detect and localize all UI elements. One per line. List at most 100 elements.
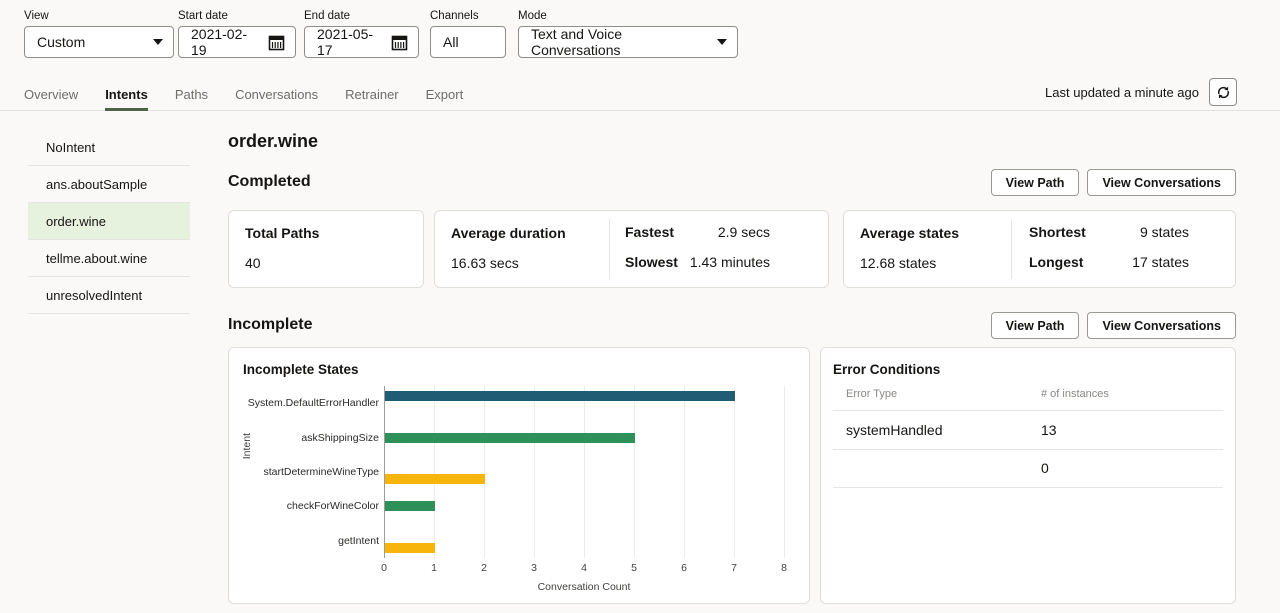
- channels-input[interactable]: All: [430, 26, 506, 58]
- view-conversations-button[interactable]: View Conversations: [1087, 169, 1236, 196]
- channels-filter: Channels All: [430, 10, 506, 58]
- gridline: [484, 386, 485, 558]
- last-updated-text: Last updated a minute ago: [1045, 85, 1199, 100]
- tab-overview[interactable]: Overview: [24, 78, 78, 110]
- divider: [1011, 219, 1012, 279]
- mode-filter: Mode Text and Voice Conversations: [518, 10, 738, 58]
- gridline: [634, 386, 635, 558]
- bar-getIntent[interactable]: [385, 543, 435, 553]
- slowest-value: 1.43 minutes: [690, 254, 770, 270]
- category-label: checkForWineColor: [231, 500, 379, 512]
- gridline: [534, 386, 535, 558]
- shortest-row: Shortest 9 states: [1029, 224, 1189, 240]
- gridline: [784, 386, 785, 558]
- gridline: [734, 386, 735, 558]
- tab-export[interactable]: Export: [426, 78, 464, 110]
- view-path-button[interactable]: View Path: [991, 312, 1080, 339]
- chevron-down-icon: [717, 39, 727, 45]
- mode-select-value: Text and Voice Conversations: [531, 26, 709, 58]
- end-date-label: End date: [304, 10, 419, 22]
- view-filter-label: View: [24, 10, 174, 22]
- average-states-label: Average states: [860, 225, 959, 241]
- sidebar-item-nointent[interactable]: NoIntent: [28, 129, 190, 166]
- completed-heading: Completed: [228, 173, 311, 191]
- calendar-icon[interactable]: [391, 34, 408, 51]
- bar-System.DefaultErrorHandler[interactable]: [385, 391, 735, 401]
- divider: [833, 449, 1223, 450]
- longest-value: 17 states: [1132, 254, 1189, 270]
- tab-retrainer[interactable]: Retrainer: [345, 78, 398, 110]
- view-conversations-button[interactable]: View Conversations: [1087, 312, 1236, 339]
- sidebar-item-ans.aboutsample[interactable]: ans.aboutSample: [28, 166, 190, 203]
- sidebar-item-unresolvedintent[interactable]: unresolvedIntent: [28, 277, 190, 314]
- slowest-row: Slowest 1.43 minutes: [625, 254, 770, 270]
- end-date-filter: End date 2021-05-17: [304, 10, 419, 58]
- category-label: getIntent: [231, 535, 379, 547]
- sidebar-item-tellme.about.wine[interactable]: tellme.about.wine: [28, 240, 190, 277]
- instances-cell: 13: [1041, 422, 1057, 438]
- tab-conversations[interactable]: Conversations: [235, 78, 318, 110]
- end-date-value: 2021-05-17: [317, 26, 383, 58]
- intent-list: NoIntentans.aboutSampleorder.winetellme.…: [28, 129, 190, 314]
- gridline: [584, 386, 585, 558]
- page-title: order.wine: [228, 131, 318, 152]
- channels-value: All: [443, 34, 459, 50]
- x-tick-label: 8: [772, 562, 796, 574]
- start-date-input[interactable]: 2021-02-19: [178, 26, 296, 58]
- x-tick-label: 4: [572, 562, 596, 574]
- last-updated-cluster: Last updated a minute ago: [1045, 78, 1237, 106]
- error-conditions-title: Error Conditions: [833, 362, 940, 377]
- view-select[interactable]: Custom: [24, 26, 174, 58]
- shortest-label: Shortest: [1029, 224, 1086, 240]
- fastest-value: 2.9 secs: [718, 224, 770, 240]
- average-duration-card: Average duration 16.63 secs Fastest 2.9 …: [434, 210, 829, 288]
- channels-label: Channels: [430, 10, 506, 22]
- fastest-row: Fastest 2.9 secs: [625, 224, 770, 240]
- incomplete-actions: View Path View Conversations: [991, 312, 1236, 339]
- error-type-cell: systemHandled: [846, 422, 943, 438]
- view-filter: View Custom: [24, 10, 174, 58]
- mode-select[interactable]: Text and Voice Conversations: [518, 26, 738, 58]
- start-date-filter: Start date 2021-02-19: [178, 10, 296, 58]
- bar-chart: [384, 386, 804, 558]
- error-type-column-header: Error Type: [846, 388, 897, 400]
- bar-startDetermineWineType[interactable]: [385, 474, 485, 484]
- view-select-value: Custom: [37, 34, 85, 50]
- x-tick-label: 2: [472, 562, 496, 574]
- chart-title: Incomplete States: [243, 362, 359, 377]
- average-states-card: Average states 12.68 states Shortest 9 s…: [843, 210, 1236, 288]
- incomplete-heading: Incomplete: [228, 316, 312, 334]
- category-label: System.DefaultErrorHandler: [231, 397, 379, 409]
- end-date-input[interactable]: 2021-05-17: [304, 26, 419, 58]
- x-tick-label: 0: [372, 562, 396, 574]
- x-tick-label: 5: [622, 562, 646, 574]
- mode-label: Mode: [518, 10, 738, 22]
- tab-paths[interactable]: Paths: [175, 78, 208, 110]
- calendar-icon[interactable]: [268, 34, 285, 51]
- refresh-button[interactable]: [1209, 78, 1237, 106]
- fastest-label: Fastest: [625, 224, 674, 240]
- tab-intents[interactable]: Intents: [105, 78, 148, 110]
- chart-x-axis-label: Conversation Count: [484, 581, 684, 593]
- bar-askShippingSize[interactable]: [385, 433, 635, 443]
- divider: [609, 219, 610, 279]
- gridline: [684, 386, 685, 558]
- average-duration-value: 16.63 secs: [451, 255, 519, 271]
- x-tick-label: 3: [522, 562, 546, 574]
- average-duration-label: Average duration: [451, 225, 566, 241]
- instances-cell: 0: [1041, 460, 1049, 476]
- view-path-button[interactable]: View Path: [991, 169, 1080, 196]
- start-date-label: Start date: [178, 10, 296, 22]
- total-paths-card: Total Paths 40: [228, 210, 424, 288]
- longest-label: Longest: [1029, 254, 1083, 270]
- sidebar-item-order.wine[interactable]: order.wine: [28, 203, 190, 240]
- x-tick-label: 1: [422, 562, 446, 574]
- shortest-value: 9 states: [1140, 224, 1189, 240]
- slowest-label: Slowest: [625, 254, 678, 270]
- bar-checkForWineColor[interactable]: [385, 501, 435, 511]
- y-axis-line: [384, 386, 385, 558]
- divider: [833, 410, 1223, 411]
- gridline: [434, 386, 435, 558]
- x-tick-label: 7: [722, 562, 746, 574]
- chevron-down-icon: [153, 39, 163, 45]
